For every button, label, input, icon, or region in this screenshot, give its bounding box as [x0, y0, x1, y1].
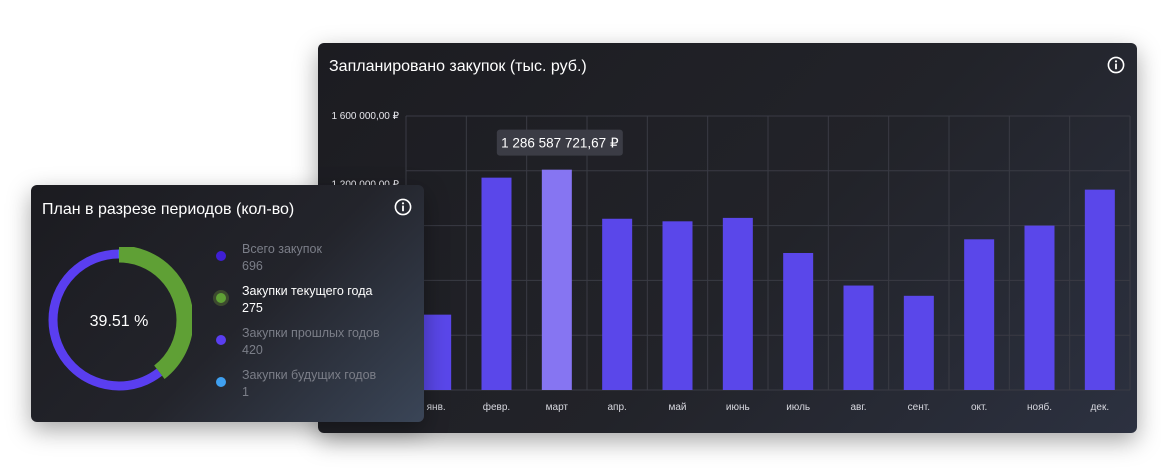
legend-item[interactable]: Закупки будущих годов 1	[214, 367, 380, 409]
x-tick-label: март	[546, 402, 569, 413]
x-tick-label: нояб.	[1027, 401, 1052, 413]
bar-8[interactable]	[843, 285, 874, 390]
donut-center-label: 39.51 %	[90, 313, 149, 330]
bar-11[interactable]	[1024, 225, 1055, 390]
legend-item[interactable]: Закупки прошлых годов 420	[214, 325, 380, 367]
legend-dot	[213, 290, 229, 306]
donut-legend: Всего закупок 696 Закупки текущего года 275…	[213, 241, 380, 409]
bar-9[interactable]	[903, 295, 934, 390]
x-tick-label: июль	[786, 402, 810, 413]
legend-dot	[216, 377, 226, 387]
donut-chart: 39.51 %	[46, 247, 192, 393]
legend-label: Закупки будущих годов	[242, 368, 377, 382]
bar-10[interactable]	[964, 239, 995, 390]
periods-plan-card: План в разрезе периодов (кол-во) 39.51 %…	[31, 185, 424, 422]
x-tick-label: сент.	[908, 402, 930, 413]
legend-value: 420	[242, 343, 263, 357]
legend-value: 275	[242, 301, 263, 315]
x-tick-label: апр.	[608, 402, 627, 413]
legend-label: Закупки прошлых годов	[242, 326, 380, 340]
legend-item[interactable]: Закупки текущего года 275	[213, 283, 380, 325]
x-tick-label: окт.	[971, 402, 987, 413]
bar-4[interactable]	[602, 218, 633, 390]
legend-value: 696	[242, 259, 263, 273]
legend-label: Всего закупок	[242, 242, 322, 256]
donut-card-title: План в разрезе периодов (кол-во)	[42, 201, 295, 218]
bar-7[interactable]	[783, 253, 814, 390]
bar-2[interactable]	[481, 177, 512, 390]
legend-label: Закупки текущего года	[242, 284, 373, 298]
bar-12[interactable]	[1084, 189, 1115, 390]
bar-tooltip-text: 1 286 587 721,67 ₽	[501, 136, 619, 151]
info-icon[interactable]	[394, 198, 412, 216]
legend-value: 1	[242, 385, 249, 399]
x-tick-label: май	[668, 402, 686, 413]
bar-6[interactable]	[722, 217, 753, 390]
bar-chart: 1 600 000,00 ₽1 200 000,00 ₽янв.февр.мар…	[331, 111, 1131, 413]
legend-item[interactable]: Всего закупок 696	[214, 241, 380, 283]
y-tick-label: 1 600 000,00 ₽	[331, 111, 399, 122]
x-tick-label: февр.	[483, 401, 510, 413]
x-tick-label: июнь	[726, 402, 750, 413]
x-tick-label: янв.	[427, 402, 446, 413]
planned-purchases-card: Запланировано закупок (тыс. руб.) 1 600 …	[318, 43, 1137, 433]
legend-dot	[216, 251, 226, 261]
legend-dot	[216, 335, 226, 345]
bar-1[interactable]	[421, 314, 452, 390]
x-tick-label: авг.	[850, 402, 866, 413]
x-tick-label: дек.	[1091, 402, 1110, 413]
bar-3[interactable]	[541, 169, 572, 390]
bar-5[interactable]	[662, 221, 693, 390]
